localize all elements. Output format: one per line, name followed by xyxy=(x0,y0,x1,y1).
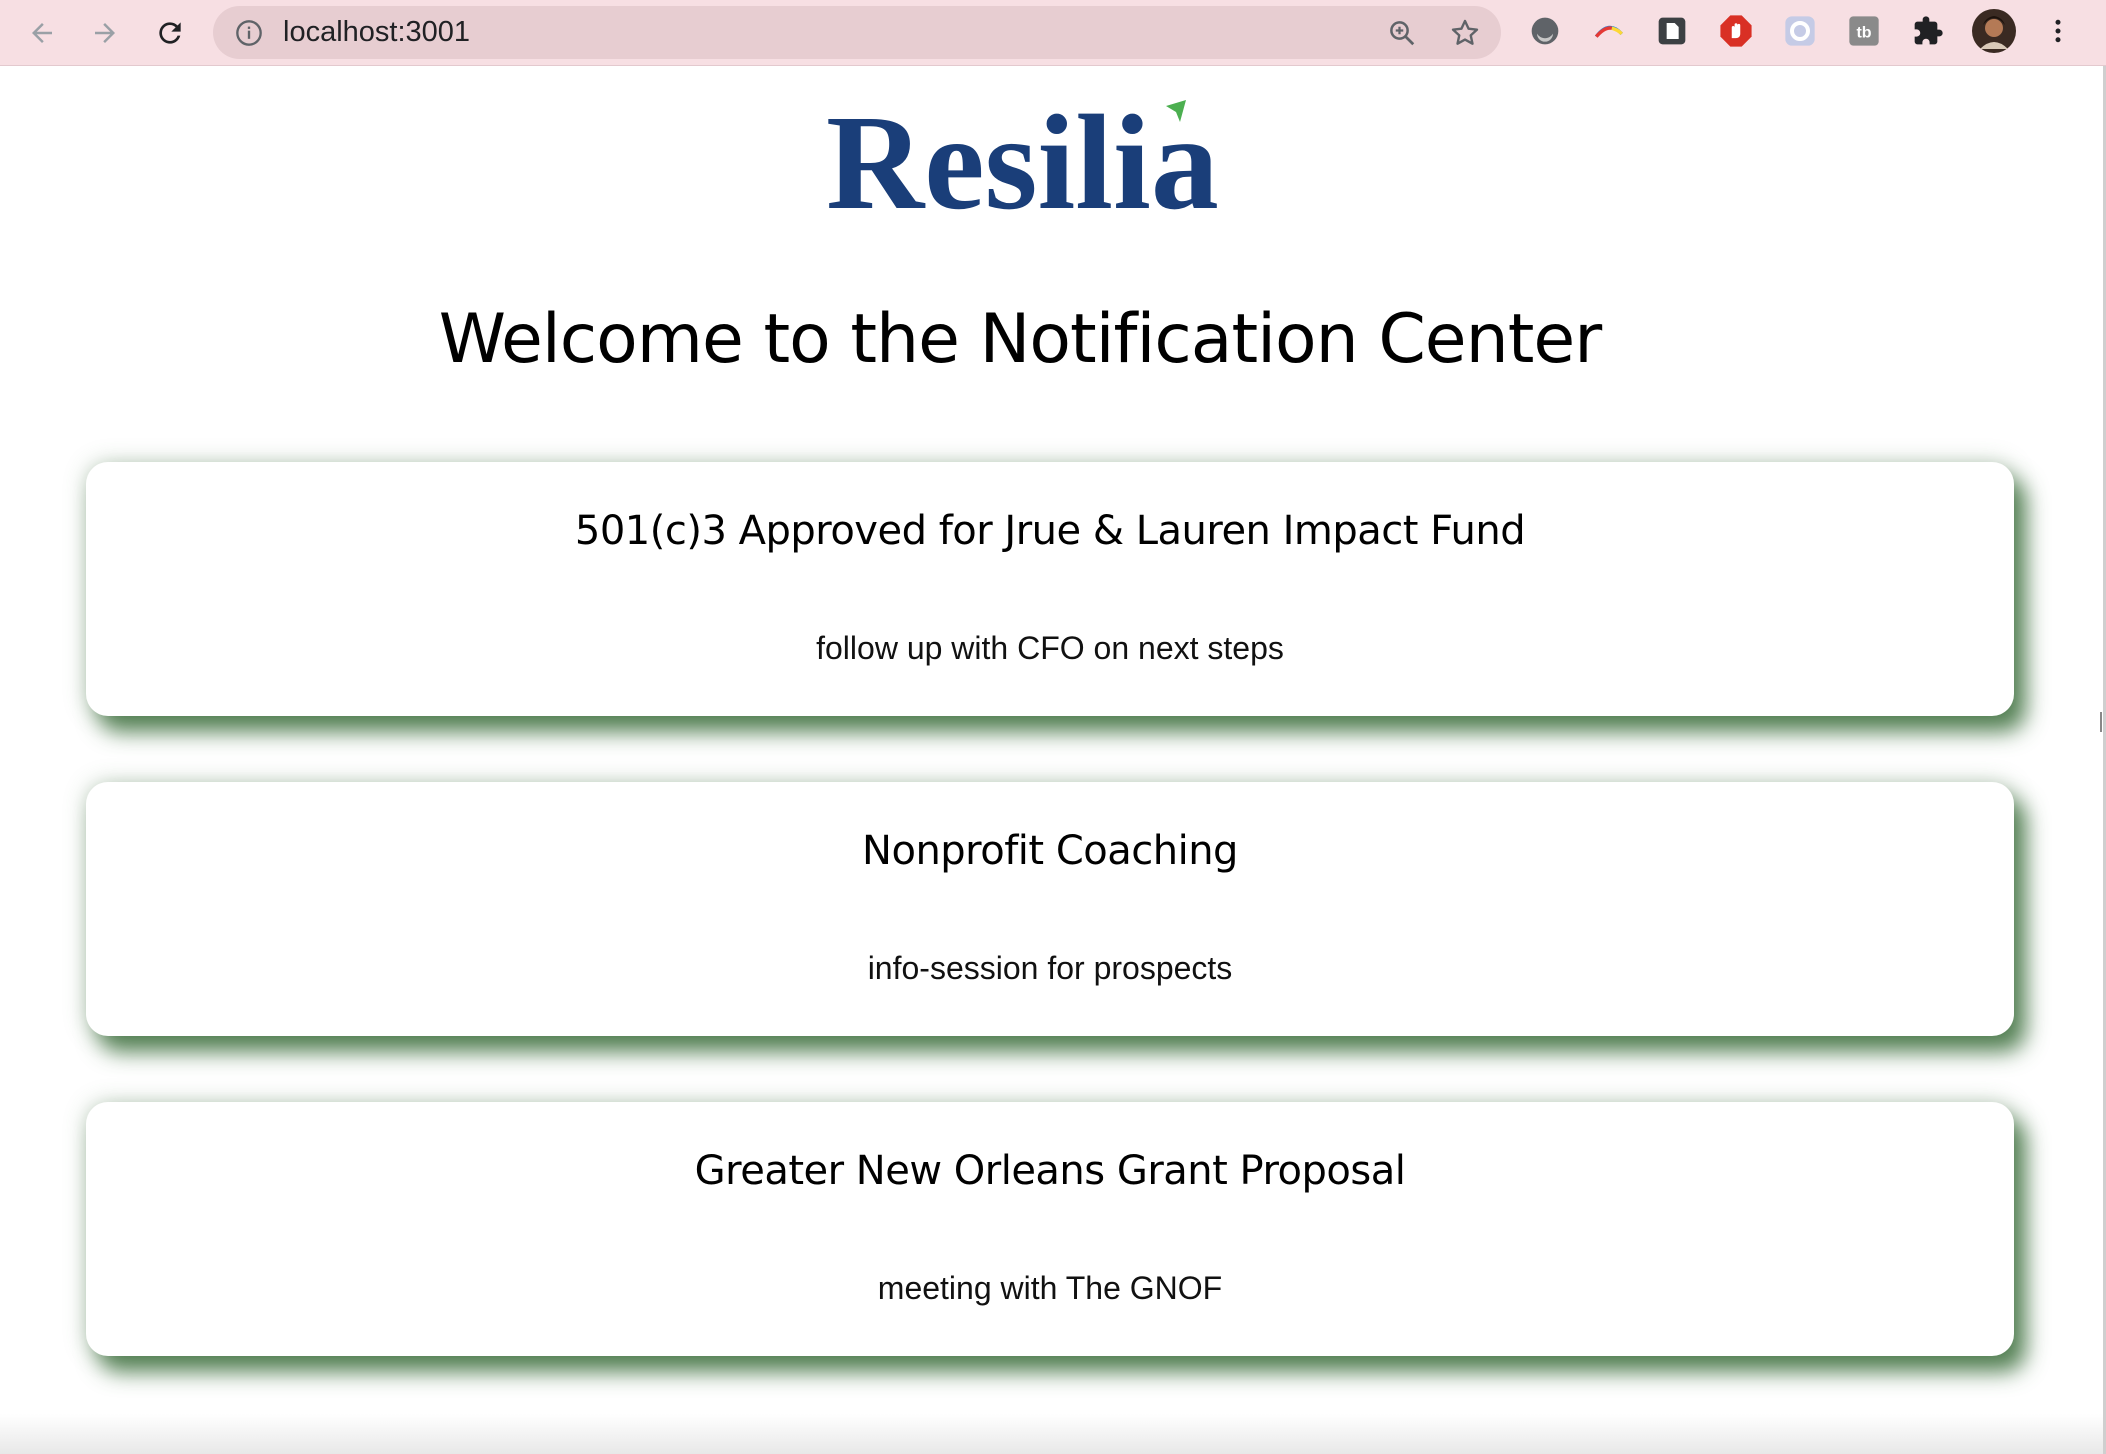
url-text[interactable]: localhost:3001 xyxy=(283,6,470,59)
notification-title: Greater New Orleans Grant Proposal xyxy=(694,1148,1406,1194)
window-bottom-edge xyxy=(0,1414,2106,1454)
resize-handle[interactable] xyxy=(2100,712,2106,732)
notification-card[interactable]: Nonprofit Coaching info-session for pros… xyxy=(86,782,2014,1036)
circle-extension-icon[interactable] xyxy=(1782,13,1818,49)
notification-title: Nonprofit Coaching xyxy=(862,828,1238,874)
more-menu-icon[interactable] xyxy=(2040,13,2076,49)
browser-toolbar: localhost:3001 tb xyxy=(0,0,2106,66)
document-extension-icon[interactable] xyxy=(1654,13,1690,49)
profile-avatar[interactable] xyxy=(1972,9,2016,53)
notification-card[interactable]: 501(c)3 Approved for Jrue & Lauren Impac… xyxy=(86,462,2014,716)
resilia-logo: Resilia xyxy=(826,88,1276,238)
bookmark-star-icon[interactable] xyxy=(1449,17,1481,49)
back-button[interactable] xyxy=(17,8,67,58)
notification-body: meeting with The GNOF xyxy=(877,1270,1223,1306)
zoom-icon[interactable] xyxy=(1387,18,1417,48)
site-info-icon[interactable] xyxy=(235,19,263,47)
notification-body: follow up with CFO on next steps xyxy=(816,630,1284,666)
stop-hand-extension-icon[interactable] xyxy=(1718,13,1754,49)
logo-text: Resilia xyxy=(826,96,1219,216)
moon-extension-icon[interactable] xyxy=(1527,13,1563,49)
notification-title: 501(c)3 Approved for Jrue & Lauren Impac… xyxy=(574,508,1526,554)
address-bar[interactable]: localhost:3001 xyxy=(213,6,1501,59)
reload-icon xyxy=(159,22,181,44)
puzzle-extensions-icon[interactable] xyxy=(1910,13,1946,49)
notification-card[interactable]: Greater New Orleans Grant Proposal meeti… xyxy=(86,1102,2014,1356)
rainbow-arc-extension-icon[interactable] xyxy=(1591,13,1627,49)
page-title: Welcome to the Notification Center xyxy=(438,300,1602,379)
svg-text:tb: tb xyxy=(1856,25,1871,42)
tb-extension-icon[interactable]: tb xyxy=(1846,13,1882,49)
notification-body: info-session for prospects xyxy=(867,950,1233,986)
forward-arrow-icon xyxy=(95,23,115,43)
forward-button[interactable] xyxy=(80,8,130,58)
back-arrow-icon xyxy=(32,23,52,43)
reload-button[interactable] xyxy=(145,8,195,58)
